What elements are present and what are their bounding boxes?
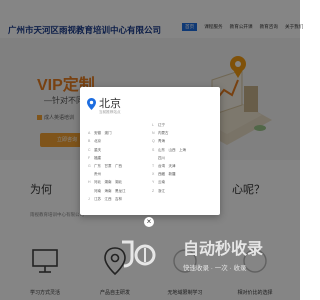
province-row: C 重庆 S 山东 山西 上海 (88, 146, 212, 154)
province-link[interactable]: 广东 甘肃 广西 (94, 162, 122, 170)
province-row: B 北京 Q 青海 (88, 137, 212, 145)
watermark-logo-icon (122, 240, 156, 268)
province-list: L 辽宁 A 安徽 澳门 N 内蒙古 B 北京 Q 青海 C 重庆 S 山东 山西 上海 F 福建 四川… (88, 121, 212, 203)
province-row: L 辽宁 (88, 121, 212, 129)
letter: S (152, 147, 155, 152)
province-link[interactable]: 贵州 (94, 170, 101, 178)
current-city: 北京 (99, 98, 121, 110)
province-link[interactable]: 内蒙古 (158, 129, 169, 137)
watermark-title: 自动秒收录 (183, 241, 264, 258)
province-link[interactable]: 河南 海南 黑龙江 (94, 187, 126, 195)
letter: N (152, 131, 155, 136)
province-row: 贵州 X 西藏 新疆 (88, 170, 212, 178)
province-link[interactable]: 辽宁 (158, 121, 165, 129)
province-link[interactable]: 河北 湖南 湖北 (94, 178, 122, 186)
province-link[interactable]: 四川 (158, 154, 165, 162)
letter: Z (152, 188, 155, 193)
province-link[interactable]: 西藏 新疆 (158, 170, 176, 178)
letter: Q (152, 139, 155, 144)
province-row: J 江苏 江西 吉林 (88, 195, 212, 203)
province-row: A 安徽 澳门 N 内蒙古 (88, 129, 212, 137)
province-row: G 广东 甘肃 广西 T 台湾 天津 (88, 162, 212, 170)
province-link[interactable]: 浙江 (158, 187, 165, 195)
letter: Y (152, 180, 155, 185)
letter: F (88, 155, 91, 160)
location-pin-icon (87, 98, 96, 110)
province-row: 河南 海南 黑龙江 Z 浙江 (88, 187, 212, 195)
letter: X (152, 172, 155, 177)
close-modal-button[interactable]: × (144, 217, 154, 227)
province-link[interactable]: 重庆 (94, 146, 101, 154)
letter: H (88, 180, 91, 185)
province-row: H 河北 湖南 湖北 Y 云南 (88, 178, 212, 186)
province-link[interactable]: 青海 (158, 137, 165, 145)
letter: C (88, 147, 91, 152)
letter: A (88, 131, 91, 136)
city-picker-modal: 北京 当前推荐站点 L 辽宁 A 安徽 澳门 N 内蒙古 B 北京 Q 青海 C 重庆 S 山东 山… (80, 87, 220, 215)
province-link[interactable]: 江苏 江西 吉林 (94, 195, 122, 203)
province-link[interactable]: 北京 (94, 137, 101, 145)
province-link[interactable]: 安徽 澳门 (94, 129, 112, 137)
watermark-subtitle: 快速收录 · 一次 · 收录 (183, 265, 247, 272)
province-link[interactable]: 台湾 天津 (158, 162, 176, 170)
letter: G (88, 163, 91, 168)
province-row: F 福建 四川 (88, 154, 212, 162)
current-city-hint: 当前推荐站点 (99, 110, 121, 114)
province-link[interactable]: 云南 (158, 178, 165, 186)
letter: B (88, 139, 91, 144)
letter: L (152, 123, 154, 127)
province-link[interactable]: 福建 (94, 154, 101, 162)
letter: J (88, 196, 90, 201)
province-link[interactable]: 山东 山西 上海 (158, 146, 186, 154)
letter: T (152, 163, 155, 168)
